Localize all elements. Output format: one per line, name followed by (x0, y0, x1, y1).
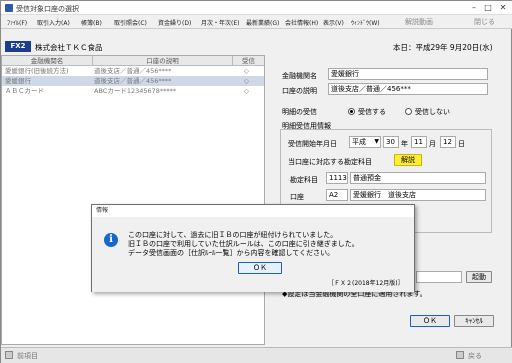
dialog-ok-button[interactable]: ＯＫ (238, 262, 282, 274)
menu-books[interactable]: 帳簿(B) (81, 18, 102, 27)
account-list: 金融機関名 口座の説明 受信 愛媛銀行(旧後続方法) 道後支店／普通／456**… (1, 55, 265, 345)
koza-code-field[interactable]: A2 (326, 189, 348, 201)
bank-name: 愛媛銀行(旧後続方法) (5, 67, 69, 75)
help-video-button[interactable]: 解説動画 (405, 17, 433, 27)
today-date: 本日：平成29年 9月20日(水) (393, 43, 493, 52)
menu-inquiry[interactable]: 取引照会(C) (114, 18, 147, 27)
receive-yes-radio[interactable] (348, 108, 355, 115)
desc-field[interactable]: 道後支店／普通／456*** (328, 83, 488, 95)
chevron-down-icon: ▼ (374, 138, 379, 145)
back-button[interactable]: 戻る (468, 351, 482, 361)
explain-button[interactable]: 解説 (394, 154, 422, 166)
receive-mark: ◇ (244, 87, 249, 95)
dialog-title: 情報 (92, 205, 414, 217)
detail-panel: 金融機関名 愛媛銀行 口座の説明 道後支店／普通／456*** 明細の受信 受信… (274, 55, 506, 345)
account-desc: 道後支店／普通／456**** (94, 77, 172, 85)
status-bar: 前項目 戻る (1, 347, 512, 363)
dialog-body: i この口座に対して、過去に旧ＩＢの口座が紐付けられていました。 旧ＩＢの口座で… (92, 217, 414, 292)
app-icon (5, 4, 13, 12)
day-unit: 日 (458, 140, 465, 148)
year-field[interactable]: 30 (383, 136, 399, 148)
prev-icon (5, 351, 13, 359)
receive-label: 明細の受信 (282, 108, 317, 116)
column-header-receive[interactable]: 受信 (232, 56, 264, 66)
dialog-message-line: データ受信画面の［仕訳ﾙｰﾙ一覧］から内容を確認してください。 (128, 249, 335, 257)
account-label: 勘定科目 (290, 176, 318, 184)
account-code-field[interactable]: 1113 (326, 172, 348, 184)
info-icon: i (104, 233, 118, 247)
launch-button[interactable]: 起動 (466, 271, 492, 283)
account-name-field[interactable]: 普通預金 (350, 172, 486, 184)
koza-label: 口座 (290, 193, 304, 201)
minimize-icon[interactable]: – (469, 3, 479, 12)
receive-no-label: 受信しない (415, 108, 450, 116)
main-window: 受信対象口座の選択 – □ ✕ ﾌｧｲﾙ(F) 取引入力(A) 帳簿(B) 取引… (0, 0, 512, 363)
list-item[interactable]: 愛媛銀行(旧後続方法) 道後支店／普通／456**** ◇ (2, 66, 264, 76)
ok-button[interactable]: ＯＫ (410, 315, 450, 327)
menu-bar: ﾌｧｲﾙ(F) 取引入力(A) 帳簿(B) 取引照会(C) 資金繰り(D) 月次… (1, 15, 512, 29)
account-desc: ABCカード12345678***** (94, 87, 177, 95)
list-item[interactable]: ＡＢＣカード ABCカード12345678***** ◇ (2, 86, 264, 96)
account-section-label: 当口座に対応する勘定科目 (288, 158, 372, 166)
version-text: ［ＦＸ２(2018年12月版)］ (328, 280, 404, 287)
list-item-selected[interactable]: 愛媛銀行 道後支店／普通／456**** ◇ (2, 76, 264, 86)
account-desc: 道後支店／普通／456**** (94, 67, 172, 75)
maximize-icon[interactable]: □ (483, 3, 493, 12)
bank-field[interactable]: 愛媛銀行 (328, 68, 488, 80)
close-icon[interactable]: ✕ (498, 3, 508, 12)
menu-entry[interactable]: 取引入力(A) (37, 18, 70, 27)
launch-input[interactable] (416, 271, 462, 283)
menu-view[interactable]: 表示(V) (323, 18, 344, 27)
column-header-bank[interactable]: 金融機関名 (2, 56, 92, 66)
menu-monthly[interactable]: 月次・年次(E) (201, 18, 239, 27)
bank-name: ＡＢＣカード (5, 87, 44, 95)
menu-company[interactable]: 会社情報(H) (285, 18, 318, 27)
window-title: 受信対象口座の選択 (16, 5, 79, 13)
koza-name-field[interactable]: 愛媛銀行 道後支店 (350, 189, 486, 201)
receive-mark: ◇ (244, 77, 249, 85)
receive-yes-label: 受信する (358, 108, 386, 116)
back-icon (456, 351, 464, 359)
info-dialog: 情報 i この口座に対して、過去に旧ＩＢの口座が紐付けられていました。 旧ＩＢの… (91, 204, 415, 292)
era-value: 平成 (352, 138, 366, 146)
company-name: 株式会社ＴＫＣ食品 (35, 43, 103, 52)
bank-name: 愛媛銀行 (5, 77, 31, 85)
menu-cashflow[interactable]: 資金繰り(D) (158, 18, 191, 27)
menu-performance[interactable]: 最新業績(G) (246, 18, 279, 27)
close-button[interactable]: 閉じる (474, 17, 495, 27)
month-unit: 月 (429, 140, 436, 148)
cancel-button[interactable]: ｷｬﾝｾﾙ (454, 315, 494, 327)
menu-window[interactable]: ｳｨﾝﾄﾞｳ(W) (351, 18, 380, 27)
receive-mark: ◇ (244, 67, 249, 75)
day-field[interactable]: 12 (440, 136, 456, 148)
title-bar: 受信対象口座の選択 – □ ✕ (1, 1, 512, 15)
start-date-label: 受信開始年月日 (288, 140, 337, 148)
column-header-desc[interactable]: 口座の説明 (92, 56, 232, 66)
desc-label: 口座の説明 (282, 87, 317, 95)
bank-label: 金融機関名 (282, 72, 317, 80)
menu-file[interactable]: ﾌｧｲﾙ(F) (7, 18, 27, 27)
year-unit: 年 (401, 140, 408, 148)
era-select[interactable]: 平成 ▼ (349, 136, 381, 148)
product-badge: FX2 (5, 41, 31, 52)
receive-no-radio[interactable] (405, 108, 412, 115)
prev-item-button[interactable]: 前項目 (17, 351, 38, 361)
month-field[interactable]: 11 (411, 136, 427, 148)
